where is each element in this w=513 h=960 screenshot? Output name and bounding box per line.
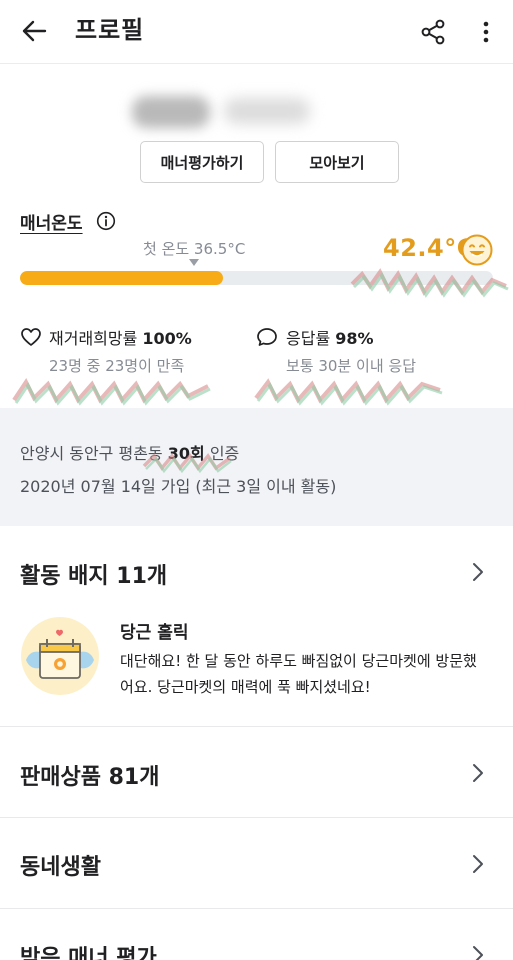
scribble-mark xyxy=(350,268,509,298)
more-options-button[interactable] xyxy=(474,15,498,49)
rehire-rate-value: 100% xyxy=(142,329,192,348)
manner-temperature-fill xyxy=(20,271,224,285)
share-icon xyxy=(421,19,445,45)
collection-button[interactable]: 모아보기 xyxy=(275,141,399,183)
heart-icon xyxy=(21,328,41,346)
blurred-nickname xyxy=(132,86,312,138)
sale-products-row[interactable]: 판매상품 81개 xyxy=(0,727,513,817)
back-button[interactable] xyxy=(16,16,52,46)
badge-description: 대단해요! 한 달 동안 하루도 빠짐없이 당근마켓에 방문했어요. 당근마켓의… xyxy=(120,652,477,696)
join-date: 2020년 07월 14일 가입 (최근 3일 이내 활동) xyxy=(20,477,337,496)
first-temperature-marker xyxy=(189,259,199,266)
response-rate-value: 98% xyxy=(335,329,374,348)
activity-badges-title: 활동 배지 11개 xyxy=(20,564,168,589)
manner-eval-button[interactable]: 매너평가하기 xyxy=(140,141,264,183)
neighborhood-life-title: 동네생활 xyxy=(20,855,101,880)
first-temperature-label: 첫 온도 36.5°C xyxy=(143,240,246,258)
received-manner-reviews-title: 받은 매너 평가 xyxy=(20,946,157,960)
chevron-right-icon xyxy=(473,946,483,960)
app-header: 프로필 xyxy=(0,0,513,64)
scribble-mark xyxy=(254,378,443,406)
arrow-left-icon xyxy=(22,20,47,42)
location-info-panel xyxy=(0,408,513,526)
chevron-right-icon xyxy=(473,563,483,581)
received-manner-reviews-row[interactable]: 받은 매너 평가 xyxy=(0,909,513,960)
share-button[interactable] xyxy=(416,15,450,49)
neighborhood-life-row[interactable]: 동네생활 xyxy=(0,818,513,908)
page-title: 프로필 xyxy=(75,16,145,44)
info-icon[interactable] xyxy=(96,211,116,231)
response-rate-label: 응답률 98% xyxy=(286,329,374,348)
rehire-rate-label: 재거래희망률 100% xyxy=(49,329,192,348)
carrot-holic-badge-icon xyxy=(21,617,99,695)
chat-bubble-icon xyxy=(257,328,277,346)
profile-screen: 프로필 매너평가하기 모아보기 매너온도 첫 온도 36.5°C 42.4°C … xyxy=(0,0,513,960)
badge-name: 당근 홀릭 xyxy=(120,623,189,643)
scribble-mark xyxy=(142,453,232,474)
more-vertical-icon xyxy=(483,21,489,43)
manner-temperature-title[interactable]: 매너온도 xyxy=(20,209,83,234)
chevron-right-icon xyxy=(473,855,483,873)
sale-products-title: 판매상품 81개 xyxy=(20,765,160,790)
chevron-right-icon xyxy=(473,764,483,782)
scribble-mark xyxy=(12,378,211,406)
